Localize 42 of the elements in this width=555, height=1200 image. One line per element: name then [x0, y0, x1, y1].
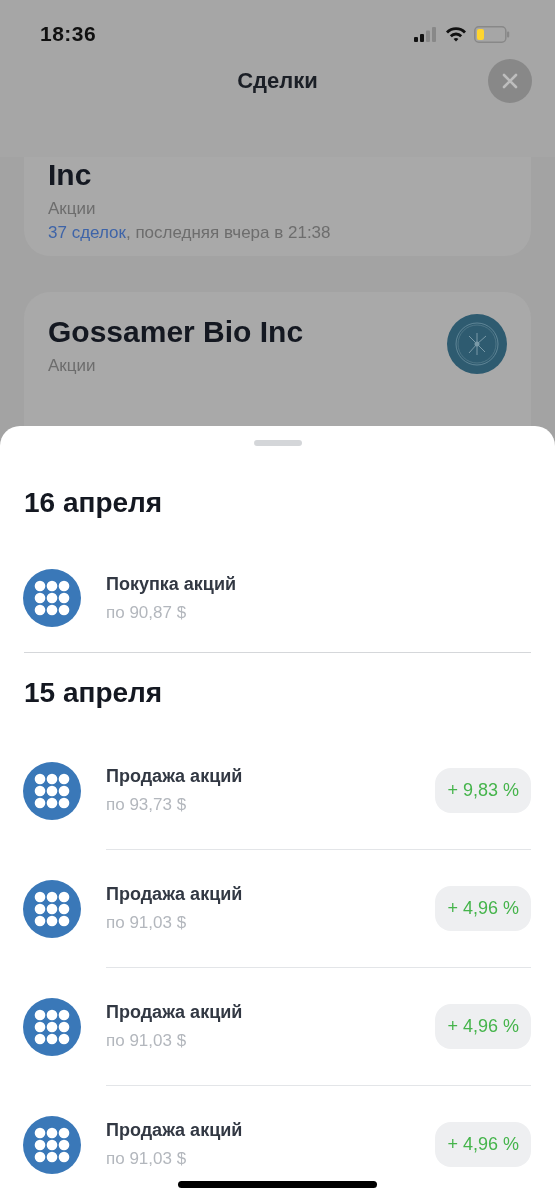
profit-badge: + 4,96 % [435, 886, 531, 931]
profit-badge: + 9,83 % [435, 768, 531, 813]
operation-price: по 91,03 $ [106, 913, 188, 933]
operation-price: по 91,03 $ [106, 1149, 188, 1169]
grid-dots-icon [23, 997, 81, 1056]
operation-row[interactable]: Продажа акций по 91,03 $ + 4,96 % [0, 1086, 555, 1200]
operation-title: Покупка акций [106, 573, 238, 595]
screen-title: Сделки [237, 67, 318, 94]
operation-row[interactable]: Продажа акций по 93,73 $ + 9,83 % [0, 732, 555, 849]
home-indicator[interactable] [178, 1181, 377, 1188]
deals-summary: 37 сделок, последняя вчера в 21:38 [48, 223, 331, 243]
stock-name: Gossamer Bio Inc [48, 314, 304, 350]
signal-icon [414, 26, 438, 42]
close-icon [502, 72, 518, 89]
wifi-icon [445, 26, 467, 42]
profit-badge: + 4,96 % [435, 1004, 531, 1049]
stock-category: Акции [48, 356, 97, 376]
operation-price: по 91,03 $ [106, 1031, 188, 1051]
status-time: 18:36 [40, 22, 97, 46]
grid-dots-icon [23, 1115, 81, 1174]
sheet-handle[interactable] [253, 440, 302, 446]
grid-dots-icon [23, 569, 81, 627]
operation-title: Продажа акций [106, 884, 244, 905]
operation-row[interactable]: Продажа акций по 91,03 $ + 4,96 % [0, 968, 555, 1085]
stock-category: Акции [48, 199, 97, 219]
profit-badge: + 4,96 % [435, 1122, 531, 1167]
stock-card[interactable]: Gossamer Bio Inc Акции [24, 292, 531, 426]
operation-title: Продажа акций [106, 1002, 244, 1023]
stock-card[interactable]: Inc Акции 37 сделок, последняя вчера в 21:38 [24, 157, 531, 256]
battery-icon [474, 25, 510, 43]
grid-dots-icon [23, 761, 81, 820]
operation-title: Продажа акций [106, 1120, 244, 1141]
operation-title: Продажа акций [106, 766, 244, 787]
grid-dots-icon [23, 879, 81, 938]
close-button[interactable] [488, 58, 532, 103]
date-heading: 16 апреля [23, 486, 164, 520]
stock-name: Inc [48, 157, 93, 193]
operation-price: по 93,73 $ [106, 795, 188, 815]
operation-price: по 90,87 $ [106, 602, 188, 623]
operation-row[interactable]: Покупка акций по 90,87 $ [0, 544, 555, 652]
operation-row[interactable]: Продажа акций по 91,03 $ + 4,96 % [0, 850, 555, 967]
date-heading: 15 апреля [23, 676, 164, 710]
